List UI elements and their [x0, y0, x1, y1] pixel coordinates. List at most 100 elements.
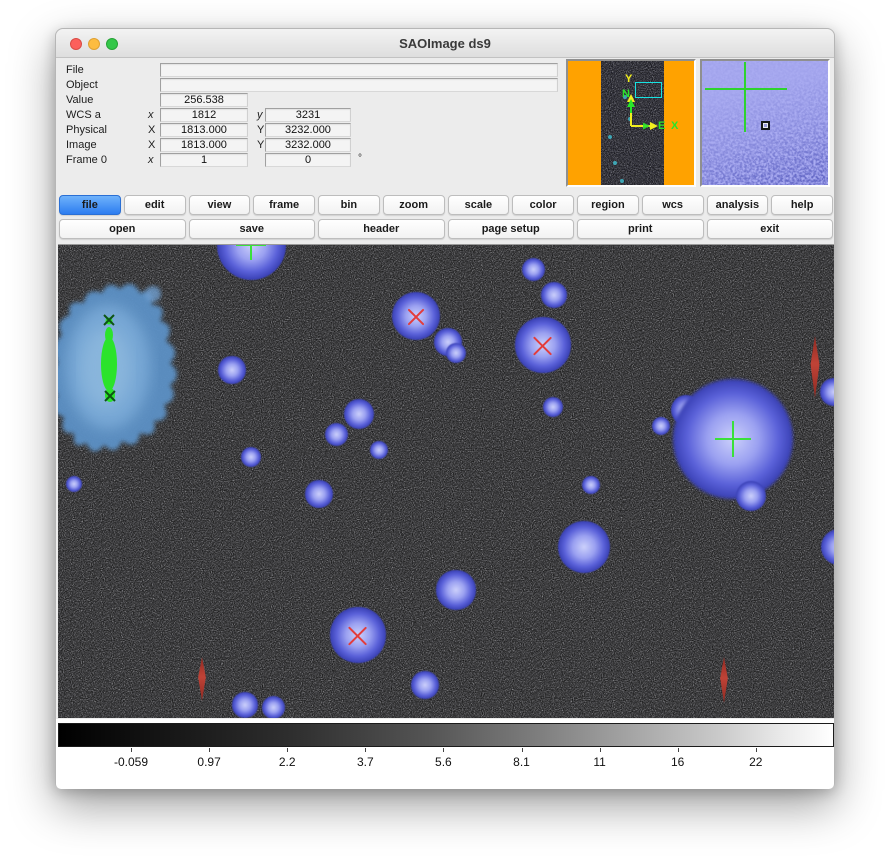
- axis-letter: X: [148, 139, 155, 151]
- star-blob: [344, 399, 374, 429]
- info-field-1: 1813.000: [160, 138, 248, 152]
- colorbar-tick: [522, 748, 523, 752]
- red-x-marker: [405, 305, 427, 327]
- compass-n-label: N: [622, 89, 630, 99]
- colorbar-tick: [365, 748, 366, 752]
- panner[interactable]: Y N E X: [566, 59, 696, 187]
- info-field-2: 3232.000: [265, 138, 351, 152]
- title-bar[interactable]: SAOImage ds9: [56, 29, 834, 58]
- info-field-2: 3232.000: [265, 123, 351, 137]
- command-button-exit[interactable]: exit: [707, 219, 834, 239]
- menu-button-bin[interactable]: bin: [318, 195, 380, 215]
- colorbar-tick: [678, 748, 679, 752]
- red-x-marker: [345, 622, 370, 647]
- main-image-canvas[interactable]: [58, 244, 834, 718]
- star-blob: [262, 696, 285, 719]
- colorbar-tick-label: 11: [593, 755, 605, 769]
- command-button-save[interactable]: save: [189, 219, 316, 239]
- menu-button-file[interactable]: file: [59, 195, 121, 215]
- star-blob: [325, 423, 348, 446]
- info-field-wide: [160, 78, 558, 92]
- menu-button-analysis[interactable]: analysis: [707, 195, 769, 215]
- compass-e-label: E: [658, 121, 665, 131]
- info-field-2: 3231: [265, 108, 351, 122]
- menu-button-zoom[interactable]: zoom: [383, 195, 445, 215]
- colorbar-tick: [443, 748, 444, 752]
- info-label: Value: [66, 94, 93, 106]
- info-row-value: Value 256.538: [56, 93, 566, 107]
- command-button-open[interactable]: open: [59, 219, 186, 239]
- window-title: SAOImage ds9: [56, 36, 834, 51]
- axis-letter: x: [148, 154, 154, 166]
- magnifier-crosshair-vertical: [744, 62, 746, 132]
- command-button-header[interactable]: header: [318, 219, 445, 239]
- info-field-2: 0: [265, 153, 351, 167]
- star-blob: [66, 476, 82, 492]
- info-row-wcs-a: WCS a x 1812 y3231: [56, 108, 566, 122]
- info-label: Physical: [66, 124, 107, 136]
- star-blob: [411, 671, 439, 699]
- info-panel: FileObjectValue256.538WCS ax1812y3231Phy…: [56, 59, 566, 193]
- axis-letter: X: [148, 124, 155, 136]
- info-label: Frame 0: [66, 154, 107, 166]
- info-label: File: [66, 64, 84, 76]
- info-field-1: 1: [160, 153, 248, 167]
- menu-bar: fileeditviewframebinzoomscalecolorregion…: [58, 195, 834, 217]
- info-label: Image: [66, 139, 97, 151]
- compass-y-label: Y: [625, 74, 632, 84]
- menu-button-color[interactable]: color: [512, 195, 574, 215]
- star-blob: [232, 692, 257, 717]
- command-button-print[interactable]: print: [577, 219, 704, 239]
- info-row-frame-0: Frame 0 x1 0 °: [56, 153, 566, 167]
- info-row-image: Image X 1813.000 Y3232.000: [56, 138, 566, 152]
- star-blob: [522, 258, 545, 281]
- star-blob: [218, 356, 246, 384]
- colorbar[interactable]: [58, 723, 834, 747]
- green-crosshair-marker: [236, 244, 266, 260]
- colorbar-tick: [600, 748, 601, 752]
- menu-button-help[interactable]: help: [771, 195, 833, 215]
- star-blob: [436, 570, 475, 609]
- command-button-page-setup[interactable]: page setup: [448, 219, 575, 239]
- menu-button-scale[interactable]: scale: [448, 195, 510, 215]
- info-label: WCS a: [66, 109, 101, 121]
- info-field-1: 1813.000: [160, 123, 248, 137]
- magnifier: [700, 59, 830, 187]
- magnifier-crosshair-horizontal: [705, 88, 787, 90]
- info-field-1: 256.538: [160, 93, 248, 107]
- degree-symbol: °: [358, 153, 362, 164]
- axis-letter: y: [257, 109, 263, 121]
- colorbar-tick: [287, 748, 288, 752]
- star-blob: [736, 481, 766, 511]
- info-row-physical: Physical X 1813.000 Y3232.000: [56, 123, 566, 137]
- colorbar-tick: [209, 748, 210, 752]
- menu-button-view[interactable]: view: [189, 195, 251, 215]
- info-label: Object: [66, 79, 98, 91]
- axis-letter: x: [148, 109, 154, 121]
- saturated-galaxy: [58, 263, 216, 473]
- compass-x-label: X: [671, 121, 678, 131]
- menu-button-edit[interactable]: edit: [124, 195, 186, 215]
- menu-button-region[interactable]: region: [577, 195, 639, 215]
- info-field-1: 1812: [160, 108, 248, 122]
- menu-button-wcs[interactable]: wcs: [642, 195, 704, 215]
- info-row-file: File: [56, 63, 566, 77]
- axis-letter: Y: [257, 139, 264, 151]
- info-row-object: Object: [56, 78, 566, 92]
- star-blob: [305, 480, 333, 508]
- star-blob: [541, 282, 566, 307]
- colorbar-tick-label: 2.2: [279, 755, 296, 769]
- command-bar: opensaveheaderpage setupprintexit: [58, 219, 834, 241]
- axis-letter: Y: [257, 124, 264, 136]
- app-window: SAOImage ds9 FileObjectValue256.538WCS a…: [55, 28, 835, 788]
- green-crosshair-marker: [715, 421, 751, 457]
- colorbar-tick: [131, 748, 132, 752]
- colorbar-tick: [756, 748, 757, 752]
- info-field-wide: [160, 63, 558, 77]
- colorbar-tick-label: 3.7: [357, 755, 374, 769]
- magnifier-cursor-box: [761, 121, 770, 130]
- colorbar-tick-label: 22: [749, 755, 762, 769]
- colorbar-tick-label: -0.059: [114, 755, 148, 769]
- red-x-marker: [530, 332, 555, 357]
- menu-button-frame[interactable]: frame: [253, 195, 315, 215]
